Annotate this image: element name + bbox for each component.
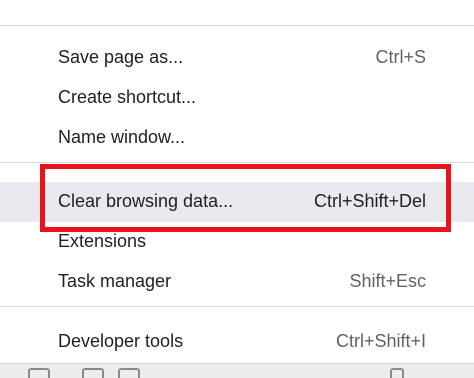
menu-item-developer-tools[interactable]: Developer tools Ctrl+Shift+I <box>0 322 474 362</box>
browser-window: Save page as... Ctrl+S Create shortcut..… <box>0 0 474 378</box>
menu-item-clear-browsing-data[interactable]: Clear browsing data... Ctrl+Shift+Del <box>0 182 474 222</box>
menu-item-label: Create shortcut... <box>58 87 197 107</box>
toolbar-icon <box>118 368 140 378</box>
menu-item-name-window[interactable]: Name window... <box>0 118 474 158</box>
toolbar-icon <box>82 368 104 378</box>
menu-item-save-page-as[interactable]: Save page as... Ctrl+S <box>0 38 474 78</box>
menu-item-task-manager[interactable]: Task manager Shift+Esc <box>0 262 474 302</box>
menu-item-label: Name window... <box>58 127 186 147</box>
menu-item-extensions[interactable]: Extensions <box>0 222 474 262</box>
menu-item-create-shortcut[interactable]: Create shortcut... <box>0 78 474 118</box>
menu-item-shortcut: Ctrl+Shift+Del <box>313 191 426 211</box>
menu-item-label: Save page as... <box>58 47 184 67</box>
menu-item-label: Developer tools <box>58 331 184 351</box>
menu-separator <box>0 162 474 163</box>
toolbar-icon <box>28 368 50 378</box>
browser-bottom-toolbar <box>0 363 474 378</box>
menu-item-shortcut: Ctrl+Shift+I <box>335 331 426 351</box>
menu-item-label: Extensions <box>58 231 147 251</box>
context-menu: Save page as... Ctrl+S Create shortcut..… <box>0 25 474 364</box>
menu-item-label: Task manager <box>58 271 172 291</box>
menu-item-shortcut: Shift+Esc <box>349 271 426 291</box>
menu-item-label: Clear browsing data... <box>58 191 234 211</box>
menu-separator <box>0 306 474 307</box>
menu-item-shortcut: Ctrl+S <box>375 47 426 67</box>
toolbar-icon <box>390 368 404 378</box>
menu-top-edge <box>0 0 474 24</box>
